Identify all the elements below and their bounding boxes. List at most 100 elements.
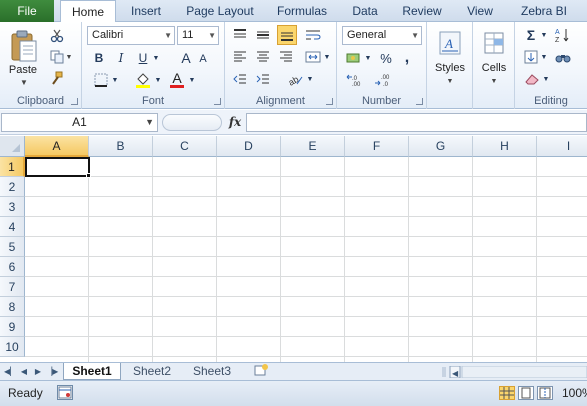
percent-style-button[interactable]: % (378, 49, 394, 67)
clipboard-launcher-icon[interactable] (71, 98, 78, 105)
align-left-button[interactable] (231, 48, 249, 66)
column-header-c[interactable]: C (153, 136, 217, 157)
insert-function-button[interactable]: fx (224, 113, 246, 132)
row-header-9[interactable]: 9 (0, 317, 25, 337)
column-header-d[interactable]: D (217, 136, 281, 157)
shrink-font-button[interactable]: A (197, 51, 209, 67)
align-top-button[interactable] (231, 26, 249, 44)
worksheet-grid[interactable]: ABCDEFGHI 1 2 3 4 5 6 7 8 9 10 (0, 136, 587, 362)
number-format-combo[interactable]: General ▼ (342, 26, 422, 45)
clear-button[interactable] (523, 70, 541, 88)
italic-button[interactable]: I (113, 49, 129, 67)
active-cell[interactable] (25, 157, 90, 177)
decrease-decimal-button[interactable]: .00.0 (373, 71, 395, 89)
last-sheet-button[interactable]: ▕▶ (46, 366, 58, 378)
page-break-view-button[interactable] (537, 386, 553, 400)
font-launcher-icon[interactable] (214, 98, 221, 105)
row-header-5[interactable]: 5 (0, 237, 25, 257)
font-name-dropdown-icon[interactable]: ▼ (164, 27, 172, 44)
name-box[interactable]: A1 ▼ (1, 113, 158, 132)
align-center-button[interactable] (254, 48, 272, 66)
increase-indent-button[interactable] (254, 70, 272, 88)
cells-dropdown-icon[interactable]: ▼ (488, 78, 500, 85)
merge-dropdown-icon[interactable]: ▼ (322, 48, 332, 66)
autosum-button[interactable]: Σ (523, 26, 539, 44)
copy-button[interactable]: ▼ (48, 49, 74, 65)
copy-dropdown-icon[interactable]: ▼ (66, 54, 73, 61)
tab-home[interactable]: Home (60, 0, 116, 23)
formula-bar-splitter[interactable] (162, 114, 222, 131)
column-header-g[interactable]: G (409, 136, 473, 157)
row-header-8[interactable]: 8 (0, 297, 25, 317)
find-select-button[interactable] (553, 48, 573, 66)
column-header-a[interactable]: A (25, 136, 89, 157)
tab-zebra-bi[interactable]: Zebra BI (512, 0, 576, 22)
row-header-1[interactable]: 1 (0, 157, 25, 177)
fill-dropdown-icon[interactable]: ▼ (539, 48, 549, 66)
fill-handle[interactable] (86, 173, 91, 178)
tab-data[interactable]: Data (344, 0, 386, 22)
row-header-7[interactable]: 7 (0, 277, 25, 297)
tab-page-layout[interactable]: Page Layout (180, 0, 260, 22)
font-name-combo[interactable]: Calibri ▼ (87, 26, 175, 45)
fill-color-button[interactable] (133, 70, 153, 90)
sheet-tab-3[interactable]: Sheet3 (184, 363, 240, 380)
align-right-button[interactable] (277, 48, 295, 66)
alignment-launcher-icon[interactable] (326, 98, 333, 105)
font-color-button[interactable]: A (169, 69, 185, 89)
row-header-2[interactable]: 2 (0, 177, 25, 197)
row-header-6[interactable]: 6 (0, 257, 25, 277)
row-header-4[interactable]: 4 (0, 217, 25, 237)
insert-sheet-button[interactable] (250, 363, 272, 380)
fill-button[interactable] (523, 48, 539, 66)
record-macro-icon[interactable] (57, 385, 73, 400)
align-bottom-button[interactable] (277, 25, 297, 45)
tab-insert[interactable]: Insert (122, 0, 170, 22)
font-color-dropdown-icon[interactable]: ▼ (187, 71, 197, 89)
column-header-e[interactable]: E (281, 136, 345, 157)
accounting-format-button[interactable] (345, 49, 363, 67)
formula-input[interactable] (246, 113, 587, 132)
tab-review[interactable]: Review (396, 0, 448, 22)
first-sheet-button[interactable]: ◀▏ (4, 366, 16, 378)
tab-view[interactable]: View (458, 0, 502, 22)
page-layout-view-button[interactable] (518, 386, 534, 400)
row-header-10[interactable]: 10 (0, 337, 25, 357)
decrease-indent-button[interactable] (231, 70, 249, 88)
zoom-level[interactable]: 100% (562, 386, 587, 400)
align-middle-button[interactable] (254, 26, 272, 44)
sheet-tab-2[interactable]: Sheet2 (124, 363, 180, 380)
column-header-b[interactable]: B (89, 136, 153, 157)
comma-style-button[interactable]: , (399, 49, 415, 67)
grow-font-button[interactable]: A (179, 49, 193, 67)
orientation-dropdown-icon[interactable]: ▼ (305, 70, 315, 88)
merge-center-button[interactable] (303, 48, 323, 66)
borders-button[interactable] (91, 71, 111, 89)
row-header-3[interactable]: 3 (0, 197, 25, 217)
borders-dropdown-icon[interactable]: ▼ (110, 71, 120, 89)
orientation-button[interactable]: ab (285, 70, 305, 88)
column-header-i[interactable]: I (537, 136, 587, 157)
increase-decimal-button[interactable]: .0.00 (345, 71, 367, 89)
select-all-button[interactable] (0, 136, 25, 157)
tab-file[interactable]: File (0, 0, 54, 22)
name-box-dropdown-icon[interactable]: ▼ (145, 114, 154, 131)
number-format-dropdown-icon[interactable]: ▼ (411, 27, 419, 44)
next-sheet-button[interactable]: ▶ (32, 366, 44, 378)
horizontal-scrollbar[interactable]: ◀ (442, 365, 587, 379)
paste-dropdown-icon[interactable]: ▼ (18, 78, 30, 87)
underline-dropdown-icon[interactable]: ▼ (151, 49, 161, 67)
cut-button[interactable] (48, 28, 66, 44)
normal-view-button[interactable] (499, 386, 515, 400)
prev-sheet-button[interactable]: ◀ (18, 366, 30, 378)
bold-button[interactable]: B (91, 49, 107, 67)
styles-button[interactable]: A (435, 26, 465, 60)
font-size-dropdown-icon[interactable]: ▼ (208, 27, 216, 44)
accounting-dropdown-icon[interactable]: ▼ (363, 49, 373, 67)
column-header-h[interactable]: H (473, 136, 537, 157)
tab-formulas[interactable]: Formulas (270, 0, 334, 22)
sheet-tab-1[interactable]: Sheet1 (63, 363, 121, 380)
fill-color-dropdown-icon[interactable]: ▼ (153, 71, 163, 89)
number-launcher-icon[interactable] (416, 98, 423, 105)
paste-button[interactable] (6, 26, 40, 66)
